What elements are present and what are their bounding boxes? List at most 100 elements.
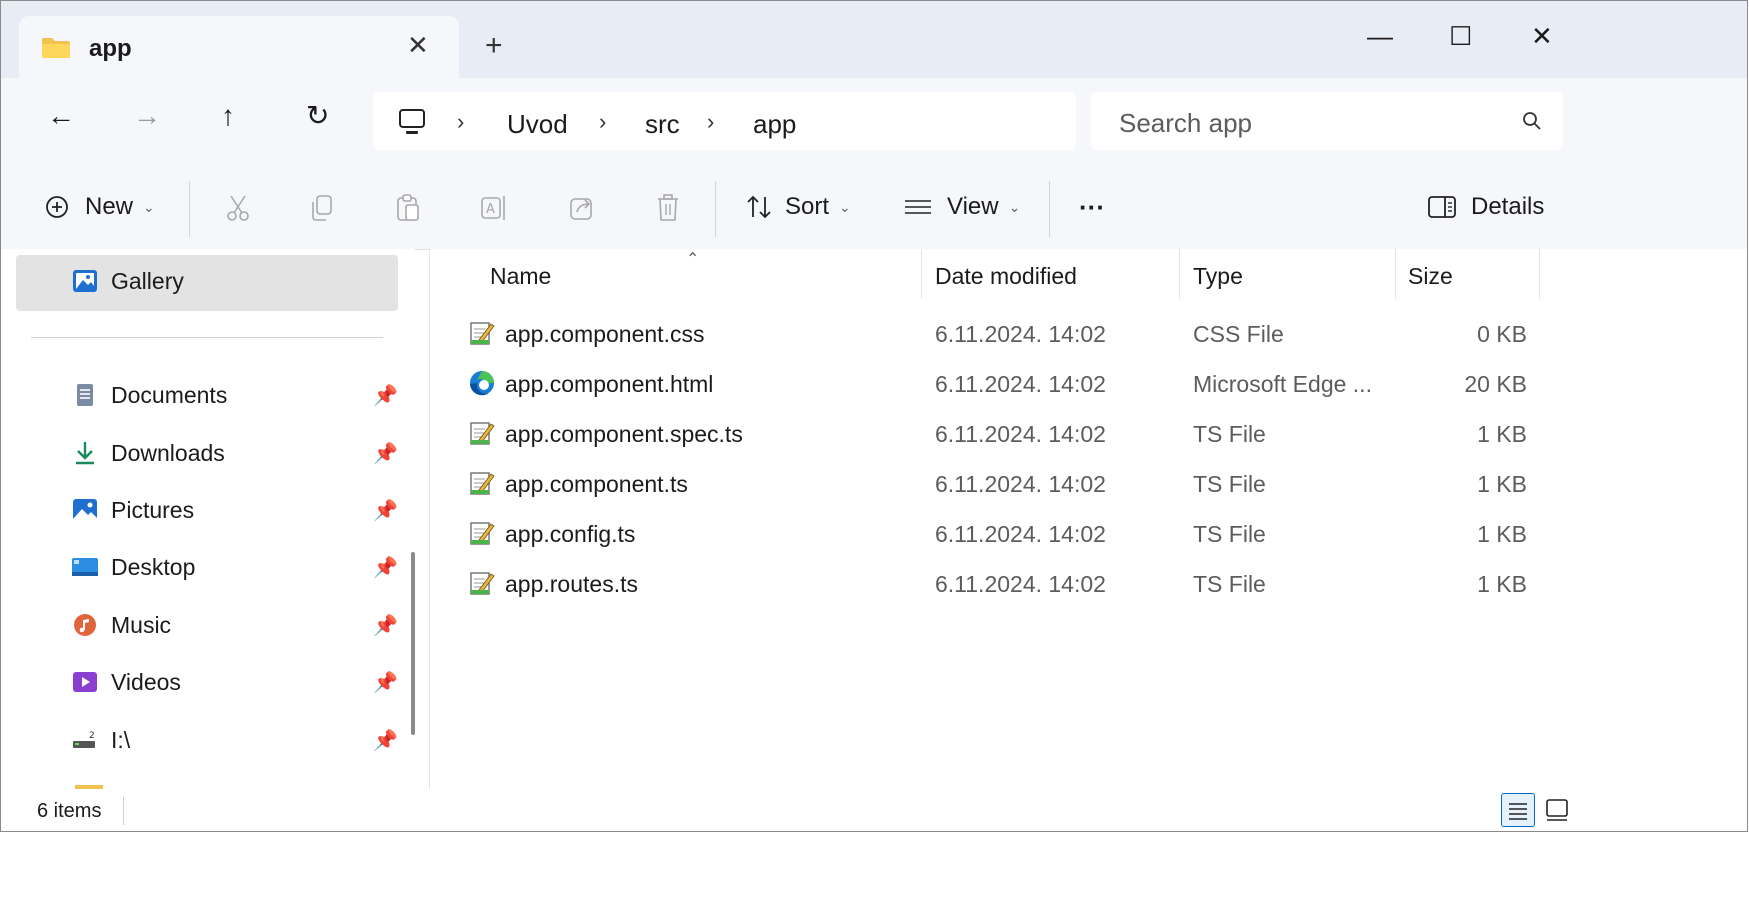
sidebar-item-pictures[interactable]: Pictures — [71, 490, 194, 530]
details-button[interactable]: Details — [1427, 187, 1544, 227]
cut-icon[interactable] — [223, 193, 253, 223]
sidebar-item-label: I:\ — [111, 726, 131, 753]
delete-icon[interactable] — [653, 193, 683, 223]
sidebar-item-label: Documents — [111, 381, 228, 408]
drive-icon: 2 — [73, 731, 95, 748]
sidebar-item-videos[interactable]: Videos — [71, 662, 181, 702]
column-separator[interactable] — [921, 249, 922, 299]
tab-app[interactable]: app ✕ — [19, 16, 459, 78]
sidebar-item-label: Desktop — [111, 553, 196, 580]
pin-icon[interactable]: 📌 — [373, 613, 398, 638]
new-tab-button[interactable]: + — [485, 31, 503, 61]
status-bar: 6 items — [1, 789, 1747, 831]
file-size: 1 KB — [1477, 421, 1527, 447]
this-pc-icon[interactable] — [397, 108, 427, 136]
downloads-icon — [76, 442, 94, 465]
file-name: app.component.ts — [505, 471, 688, 497]
pin-icon[interactable]: 📌 — [373, 728, 398, 753]
column-header-date-modified[interactable]: Date modified — [935, 263, 1077, 290]
new-button[interactable]: New ⌄ — [43, 187, 155, 227]
rename-icon[interactable]: A — [479, 193, 509, 223]
copy-icon[interactable] — [307, 193, 337, 223]
pin-icon[interactable]: 📌 — [373, 555, 398, 580]
file-name: app.component.spec.ts — [505, 421, 743, 447]
breadcrumb-src[interactable]: src — [645, 109, 680, 140]
column-separator[interactable] — [1539, 249, 1540, 299]
view-button[interactable]: View ⌄ — [903, 187, 1020, 227]
column-header-name[interactable]: Name — [490, 263, 551, 290]
details-view-icon[interactable] — [1501, 793, 1535, 827]
file-date: 6.11.2024. 14:02 — [935, 371, 1106, 397]
more-options-button[interactable]: ··· — [1079, 187, 1105, 227]
music-icon — [74, 614, 96, 636]
sidebar-item-downloads[interactable]: Downloads — [71, 433, 225, 473]
file-date: 6.11.2024. 14:02 — [935, 571, 1106, 597]
forward-button[interactable]: → — [133, 102, 161, 130]
toolbar-divider — [1049, 181, 1050, 237]
sidebar-item-documents[interactable]: Documents — [71, 375, 227, 415]
file-type: TS File — [1193, 421, 1266, 447]
sidebar-item-music[interactable]: Music — [71, 605, 171, 645]
close-tab-icon[interactable]: ✕ — [407, 30, 429, 61]
file-list: ⌃ Name Date modified Type Size app.compo… — [431, 249, 1747, 789]
file-type: TS File — [1193, 471, 1266, 497]
sort-icon — [747, 195, 771, 219]
file-row[interactable]: app.component.html 6.11.2024. 14:02 Micr… — [431, 359, 1747, 409]
text-file-icon — [470, 322, 495, 345]
sidebar-item-drive-i[interactable]: 2 I:\ — [71, 720, 130, 760]
videos-icon — [73, 672, 97, 692]
status-divider — [123, 797, 124, 825]
gallery-icon — [73, 270, 97, 292]
column-header-size[interactable]: Size — [1408, 263, 1453, 290]
pin-icon[interactable]: 📌 — [373, 441, 398, 466]
svg-text:2: 2 — [89, 731, 95, 741]
search-input[interactable]: Search app — [1119, 108, 1252, 139]
file-row[interactable]: app.component.css 6.11.2024. 14:02 CSS F… — [431, 309, 1747, 359]
desktop-icon — [72, 558, 98, 576]
address-row: ← → ↑ ↻ › Uvod › src › app Search app — [1, 78, 1747, 163]
command-bar: New ⌄ A Sort ⌄ View ⌄ ··· Details — [1, 163, 1747, 250]
pin-icon[interactable]: 📌 — [373, 383, 398, 408]
breadcrumb-app[interactable]: app — [753, 109, 796, 140]
pane-divider[interactable] — [429, 249, 430, 789]
close-window-button[interactable]: ✕ — [1531, 21, 1553, 52]
file-size: 1 KB — [1477, 521, 1527, 547]
column-separator[interactable] — [1395, 249, 1396, 299]
sort-button[interactable]: Sort ⌄ — [745, 187, 851, 227]
file-row[interactable]: app.routes.ts 6.11.2024. 14:02 TS File 1… — [431, 559, 1747, 609]
paste-icon[interactable] — [393, 193, 423, 223]
documents-icon — [77, 384, 93, 406]
sidebar-item-gallery-label[interactable]: Gallery — [71, 261, 184, 301]
column-header-type[interactable]: Type — [1193, 263, 1243, 290]
breadcrumb-separator: › — [457, 109, 465, 134]
file-size: 1 KB — [1477, 471, 1527, 497]
sidebar-scrollbar[interactable] — [411, 552, 415, 735]
text-file-icon — [470, 572, 495, 595]
maximize-button[interactable]: ☐ — [1449, 21, 1472, 52]
breadcrumb-uvod[interactable]: Uvod — [507, 109, 568, 140]
address-bar[interactable]: › Uvod › src › app — [373, 92, 1076, 150]
tab-title: app — [89, 35, 132, 62]
sidebar-item-desktop[interactable]: Desktop — [71, 547, 195, 587]
add-circle-icon — [46, 196, 68, 218]
pin-icon[interactable]: 📌 — [373, 498, 398, 523]
file-row[interactable]: app.component.ts 6.11.2024. 14:02 TS Fil… — [431, 459, 1747, 509]
edge-icon — [470, 371, 494, 396]
pin-icon[interactable]: 📌 — [373, 670, 398, 695]
back-button[interactable]: ← — [47, 102, 75, 130]
search-box[interactable]: Search app — [1091, 92, 1563, 150]
large-icons-view-icon[interactable] — [1541, 793, 1573, 825]
svg-text:A: A — [486, 202, 495, 217]
file-date: 6.11.2024. 14:02 — [935, 521, 1106, 547]
up-button[interactable]: ↑ — [221, 102, 235, 130]
column-separator[interactable] — [1179, 249, 1180, 299]
minimize-button[interactable]: — — [1367, 21, 1393, 52]
sidebar-item-label: Videos — [111, 668, 181, 695]
file-row[interactable]: app.config.ts 6.11.2024. 14:02 TS File 1… — [431, 509, 1747, 559]
refresh-button[interactable]: ↻ — [306, 102, 329, 130]
sidebar-item-label: Music — [111, 611, 172, 638]
details-pane-icon — [1428, 196, 1456, 218]
share-icon[interactable] — [567, 193, 597, 223]
pictures-icon — [73, 499, 97, 521]
file-row[interactable]: app.component.spec.ts 6.11.2024. 14:02 T… — [431, 409, 1747, 459]
